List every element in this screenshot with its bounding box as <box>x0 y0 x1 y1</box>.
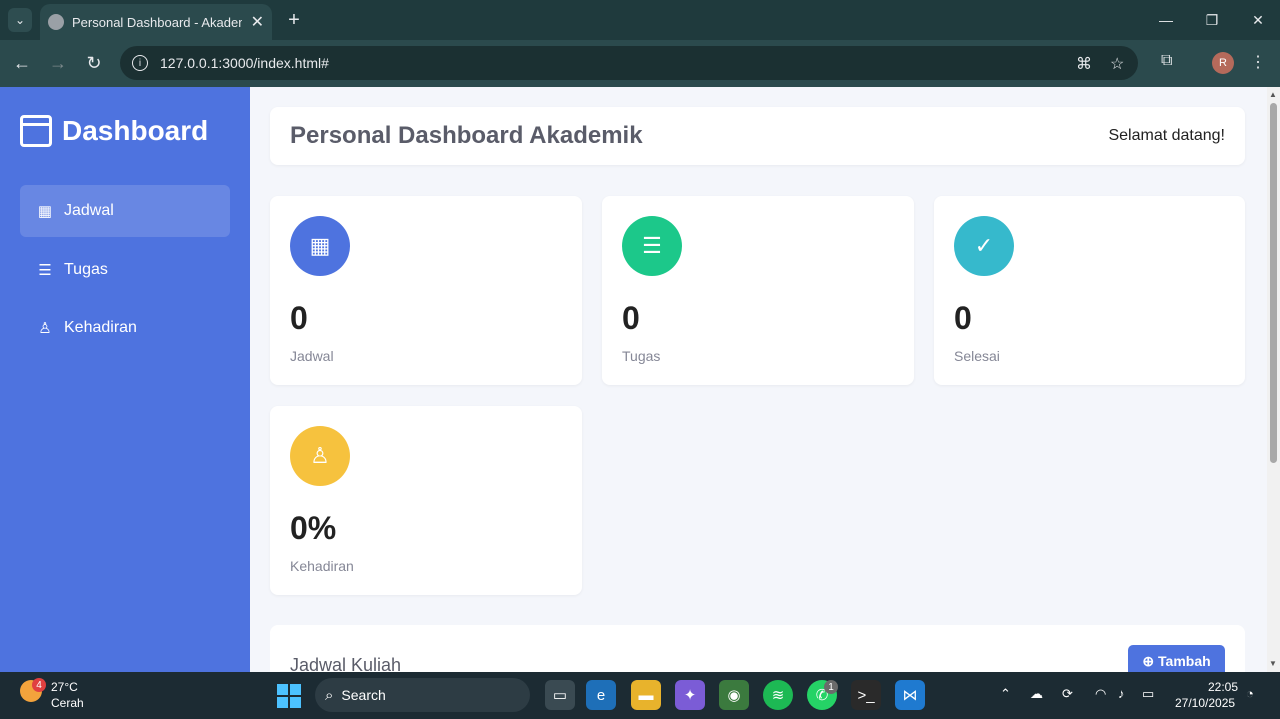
battery-icon[interactable]: ▭ <box>1142 686 1154 702</box>
sidebar-item-tugas[interactable]: ☰ Tugas <box>20 244 230 296</box>
list-icon: ☰ <box>38 262 52 279</box>
address-bar[interactable]: i 127.0.0.1:3000/index.html# ⌘ ☆ <box>120 46 1138 80</box>
stat-card-selesai: ✓ 0 Selesai <box>934 196 1245 385</box>
sidebar-item-label: Jadwal <box>64 202 114 219</box>
scroll-down-icon[interactable]: ▼ <box>1269 659 1277 668</box>
taskbar: 4 27°C Cerah ⌕ Search ▭ e ▬ ✦ ◉ ≋ ✆ 1 >_… <box>0 672 1280 719</box>
clock-date[interactable]: 27/10/2025 <box>1175 696 1235 710</box>
page-scrollbar[interactable]: ▲ ▼ <box>1267 87 1280 672</box>
welcome-text: Selamat datang! <box>1108 127 1225 144</box>
plus-circle-icon: ⊕ <box>1142 652 1155 669</box>
reload-button[interactable]: ↻ <box>82 51 106 75</box>
edge-icon[interactable]: e <box>586 680 616 710</box>
cloud-icon[interactable]: ☁ <box>1030 686 1043 702</box>
vscode-icon[interactable]: ⋈ <box>895 680 925 710</box>
weather-description: Cerah <box>51 696 84 710</box>
stat-label: Kehadiran <box>290 558 354 574</box>
clock-time[interactable]: 22:05 <box>1208 680 1238 694</box>
calendar-icon <box>20 115 52 147</box>
translate-icon[interactable]: ⌘ <box>1076 54 1092 74</box>
spotify-icon[interactable]: ≋ <box>763 680 793 710</box>
browser-toolbar: ← → ↻ i 127.0.0.1:3000/index.html# ⌘ ☆ ⧉ <box>0 40 1280 87</box>
volume-icon[interactable]: ♪ <box>1118 686 1125 701</box>
sidebar-item-kehadiran[interactable]: ♙ Kehadiran <box>20 302 230 354</box>
browser-tab-bar: ⌄ Personal Dashboard - Akademik ✕ + — ❐ … <box>0 0 1280 40</box>
browser-menu-icon[interactable]: ⋮ <box>1250 52 1266 72</box>
stat-card-kehadiran: ♙ 0% Kehadiran <box>270 406 582 595</box>
search-placeholder: Search <box>341 687 386 703</box>
user-icon: ♙ <box>38 320 52 337</box>
stat-value: 0 <box>622 300 640 336</box>
notification-bell-icon[interactable]: ◔ <box>1246 686 1254 701</box>
chevron-up-icon[interactable]: ⌃ <box>1000 686 1011 702</box>
page-header: Personal Dashboard Akademik Selamat data… <box>270 107 1245 165</box>
forward-button[interactable]: → <box>46 51 70 75</box>
new-tab-button[interactable]: + <box>282 8 306 32</box>
stat-label: Jadwal <box>290 348 334 364</box>
tab-search-icon[interactable]: ⌄ <box>8 8 32 32</box>
close-icon[interactable]: ✕ <box>251 12 264 32</box>
globe-icon <box>48 14 64 30</box>
stat-value: 0% <box>290 510 337 546</box>
user-icon: ♙ <box>290 426 350 486</box>
taskbar-search[interactable]: ⌕ Search <box>315 678 530 712</box>
url-text: 127.0.0.1:3000/index.html# <box>160 55 329 71</box>
browser-tab[interactable]: Personal Dashboard - Akademik ✕ <box>40 4 272 40</box>
brand: Dashboard <box>20 115 208 147</box>
bookmark-star-icon[interactable]: ☆ <box>1110 54 1124 74</box>
chrome-icon[interactable]: ◉ <box>719 680 749 710</box>
stat-label: Tugas <box>622 348 661 364</box>
brand-title: Dashboard <box>62 115 209 146</box>
tab-title: Personal Dashboard - Akademik <box>72 14 242 30</box>
stat-label: Selesai <box>954 348 1000 364</box>
stat-card-tugas: ☰ 0 Tugas <box>602 196 914 385</box>
stat-card-jadwal: ▦ 0 Jadwal <box>270 196 582 385</box>
profile-avatar[interactable]: R <box>1212 52 1234 74</box>
task-view-icon[interactable]: ▭ <box>545 680 575 710</box>
wifi-icon[interactable]: ◠ <box>1095 686 1106 702</box>
search-icon: ⌕ <box>325 686 334 704</box>
check-circle-icon: ✓ <box>954 216 1014 276</box>
file-explorer-icon[interactable]: ▬ <box>631 680 661 710</box>
back-button[interactable]: ← <box>10 51 34 75</box>
stat-value: 0 <box>954 300 972 336</box>
sync-icon[interactable]: ⟳ <box>1062 686 1073 702</box>
scroll-up-icon[interactable]: ▲ <box>1269 90 1277 99</box>
terminal-icon[interactable]: >_ <box>851 680 881 710</box>
section-title: Jadwal Kuliah <box>290 655 402 672</box>
add-schedule-button[interactable]: ⊕ Tambah <box>1128 645 1225 672</box>
list-icon: ☰ <box>622 216 682 276</box>
site-info-icon[interactable]: i <box>132 55 148 71</box>
weather-temperature: 27°C <box>51 680 78 694</box>
sidebar-item-label: Kehadiran <box>64 319 137 336</box>
sidebar: Dashboard ▦ Jadwal ☰ Tugas ♙ Kehadiran <box>0 87 250 672</box>
add-button-label: Tambah <box>1158 653 1211 669</box>
sidebar-item-jadwal[interactable]: ▦ Jadwal <box>20 185 230 237</box>
minimize-button[interactable]: — <box>1151 8 1181 32</box>
page-viewport: Dashboard ▦ Jadwal ☰ Tugas ♙ Kehadiran P… <box>0 87 1280 672</box>
scroll-thumb[interactable] <box>1270 103 1277 463</box>
whatsapp-badge: 1 <box>824 680 838 694</box>
stat-value: 0 <box>290 300 308 336</box>
schedule-section: Jadwal Kuliah ⊕ Tambah <box>270 625 1245 672</box>
sidebar-item-label: Tugas <box>64 261 108 278</box>
copilot-icon[interactable]: ✦ <box>675 680 705 710</box>
calendar-icon: ▦ <box>37 203 53 220</box>
close-window-button[interactable]: ✕ <box>1243 8 1273 32</box>
weather-badge: 4 <box>32 678 46 692</box>
page-title: Personal Dashboard Akademik <box>290 122 643 149</box>
calendar-icon: ▦ <box>290 216 350 276</box>
start-button[interactable] <box>277 684 301 708</box>
restore-button[interactable]: ❐ <box>1197 8 1227 32</box>
extensions-icon[interactable]: ⧉ <box>1161 52 1172 70</box>
